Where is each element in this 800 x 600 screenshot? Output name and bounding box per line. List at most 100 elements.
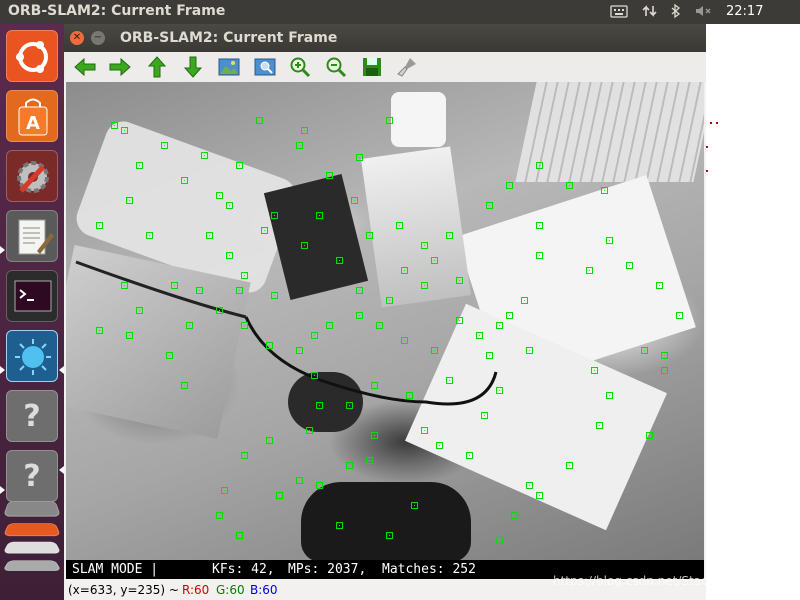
- keypoint-marker: [271, 212, 278, 219]
- keypoint-marker: [136, 307, 143, 314]
- volume-muted-icon[interactable]: [694, 3, 712, 23]
- keypoint-marker: [371, 382, 378, 389]
- keypoint-marker: [96, 222, 103, 229]
- zoom-out-icon[interactable]: [323, 55, 349, 79]
- keypoint-marker: [216, 512, 223, 519]
- zoom-in-icon[interactable]: [287, 55, 313, 79]
- keypoint-marker: [316, 212, 323, 219]
- keypoint-marker: [301, 242, 308, 249]
- keypoint-marker: [326, 322, 333, 329]
- keypoint-marker: [316, 402, 323, 409]
- dvd-icon[interactable]: [2, 541, 62, 554]
- keypoint-marker: [386, 117, 393, 124]
- launcher: A ? ?: [0, 24, 64, 600]
- arrow-down-icon[interactable]: [180, 55, 206, 79]
- keypoint-marker: [506, 312, 513, 319]
- image-zoom-icon[interactable]: [252, 55, 278, 79]
- keypoint-marker: [496, 537, 503, 544]
- window-titlebar[interactable]: ✕ − ORB-SLAM2: Current Frame: [64, 24, 706, 52]
- pixel-coordinates: (x=633, y=235) ~: [68, 583, 179, 597]
- keypoint-marker: [276, 492, 283, 499]
- keypoint-marker: [376, 322, 383, 329]
- trash-icon[interactable]: [2, 560, 62, 571]
- firefox-icon[interactable]: [2, 523, 62, 537]
- ubuntu-dash-icon[interactable]: [6, 30, 58, 82]
- keypoint-marker: [216, 307, 223, 314]
- keypoint-marker: [356, 154, 363, 161]
- unknown-app-icon[interactable]: ?: [6, 450, 58, 502]
- keypoint-marker: [306, 427, 313, 434]
- bluetooth-icon[interactable]: [670, 3, 682, 23]
- keypoint-marker: [486, 202, 493, 209]
- keypoint-marker: [446, 377, 453, 384]
- keypoint-marker: [481, 412, 488, 419]
- keypoint-marker: [436, 442, 443, 449]
- keypoint-marker: [296, 142, 303, 149]
- keypoint-marker: [536, 162, 543, 169]
- keypoint-marker: [181, 177, 188, 184]
- software-center-icon[interactable]: A: [6, 90, 58, 142]
- minimize-icon[interactable]: −: [91, 31, 105, 45]
- keypoint-marker: [186, 322, 193, 329]
- slam-mode-label: SLAM MODE |: [72, 562, 159, 577]
- keypoint-marker: [296, 347, 303, 354]
- keypoint-marker: [241, 272, 248, 279]
- keypoint-marker: [431, 257, 438, 264]
- keypoint-marker: [606, 237, 613, 244]
- keypoint-marker: [536, 222, 543, 229]
- text-editor-icon[interactable]: [6, 210, 58, 262]
- keypoint-marker: [371, 432, 378, 439]
- keypoint-marker: [656, 282, 663, 289]
- frame-window: ✕ − ORB-SLAM2: Current Frame SLAM MODE |…: [64, 24, 706, 600]
- arrow-left-icon[interactable]: [72, 55, 98, 79]
- keypoint-marker: [456, 277, 463, 284]
- arrow-up-icon[interactable]: [144, 55, 170, 79]
- keypoint-marker: [626, 262, 633, 269]
- keypoint-marker: [466, 452, 473, 459]
- keyboard-icon[interactable]: [610, 4, 628, 22]
- keyframes-count: KFs: 42,: [212, 562, 275, 577]
- orbslam-app-icon[interactable]: [6, 330, 58, 382]
- camera-frame-view[interactable]: [66, 82, 704, 560]
- keypoint-marker: [411, 502, 418, 509]
- keypoint-marker: [136, 162, 143, 169]
- unknown-app-icon[interactable]: [2, 501, 62, 517]
- terminal-icon[interactable]: [6, 270, 58, 322]
- keypoint-marker: [301, 127, 308, 134]
- keypoint-marker: [356, 287, 363, 294]
- keypoint-marker: [261, 227, 268, 234]
- keypoint-marker: [316, 482, 323, 489]
- keypoint-marker: [236, 287, 243, 294]
- clock[interactable]: 22:17: [726, 4, 763, 19]
- keypoint-marker: [226, 252, 233, 259]
- keypoint-marker: [596, 422, 603, 429]
- keypoint-marker: [446, 232, 453, 239]
- keypoint-marker: [196, 287, 203, 294]
- brush-icon[interactable]: [394, 55, 420, 79]
- keypoint-marker: [661, 352, 668, 359]
- keypoint-marker: [476, 332, 483, 339]
- keypoint-marker: [406, 392, 413, 399]
- unknown-app-icon[interactable]: ?: [6, 390, 58, 442]
- keypoint-marker: [346, 402, 353, 409]
- system-settings-icon[interactable]: [6, 150, 58, 202]
- keypoint-marker: [401, 267, 408, 274]
- save-icon[interactable]: [359, 55, 385, 79]
- keypoint-marker: [351, 197, 358, 204]
- arrow-right-icon[interactable]: [107, 55, 133, 79]
- keypoint-marker: [226, 202, 233, 209]
- image-icon[interactable]: [216, 55, 242, 79]
- keypoint-marker: [346, 462, 353, 469]
- keypoint-marker: [536, 252, 543, 259]
- network-icon[interactable]: [642, 3, 658, 23]
- keypoint-marker: [126, 332, 133, 339]
- keypoint-marker: [271, 292, 278, 299]
- keypoint-marker: [326, 172, 333, 179]
- watermark-text: https://blog.csdn.net/Stackingrule: [553, 574, 757, 588]
- keypoint-marker: [236, 162, 243, 169]
- keypoint-marker: [586, 267, 593, 274]
- close-icon[interactable]: ✕: [70, 31, 84, 45]
- keypoint-marker: [396, 222, 403, 229]
- keypoint-marker: [311, 332, 318, 339]
- keypoint-marker: [601, 187, 608, 194]
